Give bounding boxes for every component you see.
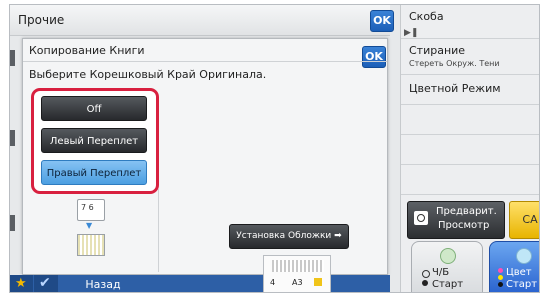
bw-label-line1: Ч/Б <box>432 267 450 278</box>
arrow-down-icon: ▼ <box>86 221 93 230</box>
tray-stack-icon <box>272 260 324 272</box>
book-copy-dialog: Копирование Книги OK Выберите Корешковый… <box>22 38 388 275</box>
preview-label-line2: Просмотр <box>438 220 490 231</box>
tray-status-icon <box>314 278 322 286</box>
preview-icon <box>414 211 428 225</box>
bw-indicator-icon <box>422 280 428 286</box>
preview-button[interactable]: Предварит. Просмотр <box>407 201 505 239</box>
device-frame: Прочие OK ▶❚ Скоба Стирание Стереть Окру… <box>0 0 549 298</box>
bw-label-line2: Старт <box>432 279 464 290</box>
color-dot-magenta <box>498 268 503 273</box>
paper-tray-indicator[interactable]: 4 A3 <box>263 255 331 292</box>
title-bar: Прочие <box>10 5 390 36</box>
cover-setting-button[interactable]: Установка Обложки ➡ <box>229 224 349 249</box>
check-icon: ✔ <box>39 275 51 291</box>
divider <box>23 61 387 62</box>
menu-item-color-mode[interactable]: Цветной Режим <box>401 75 539 105</box>
binding-right-button[interactable]: Правый Переплет <box>41 160 147 185</box>
color-dot-yellow <box>498 275 503 280</box>
magnifier-shape <box>417 214 425 222</box>
book-pages-numbers: 7 6 <box>81 203 94 212</box>
menu-item-label: Скоба <box>409 10 444 23</box>
clear-all-button[interactable]: CA <box>509 201 539 239</box>
header-ok-button[interactable]: OK <box>370 10 394 32</box>
arrow-right-icon: ➡ <box>331 231 342 241</box>
preview-label-line1: Предварит. <box>436 206 497 217</box>
menu-item-staple[interactable]: Скоба <box>401 5 539 39</box>
menu-item-label: Цветной Режим <box>409 82 501 95</box>
cover-setting-label: Установка Обложки <box>236 231 332 241</box>
tray-count: 4 <box>270 278 276 287</box>
color-label-line1: Цвет <box>506 267 532 278</box>
touch-panel: Прочие OK ▶❚ Скоба Стирание Стереть Окру… <box>9 4 540 293</box>
binding-left-button[interactable]: Левый Переплет <box>41 128 147 153</box>
binding-options-group: Off Левый Переплет Правый Переплет <box>31 88 159 194</box>
dialog-title: Копирование Книги <box>29 44 145 57</box>
color-label-line2: Старт <box>506 279 538 290</box>
star-icon: ★ <box>15 276 27 291</box>
favorites-button[interactable]: ★ <box>10 275 33 292</box>
check-button[interactable]: ✔ <box>34 275 58 292</box>
left-edge-marker <box>10 215 15 231</box>
left-edge-marker <box>10 130 15 146</box>
menu-item-sublabel: Стереть Окруж. Тени <box>409 59 500 68</box>
start-diamond-icon <box>440 248 456 264</box>
menu-item-empty <box>401 165 539 195</box>
menu-item-empty <box>401 105 539 135</box>
dialog-ok-button[interactable]: OK <box>362 46 386 68</box>
left-edge-marker <box>10 50 15 66</box>
menu-item-erase[interactable]: Стирание Стереть Окруж. Тени <box>401 39 539 75</box>
page-title: Прочие <box>18 13 65 27</box>
tray-size: A3 <box>292 278 303 287</box>
divider <box>158 189 159 272</box>
color-start-button[interactable]: Цвет Старт <box>489 241 539 292</box>
binding-off-button[interactable]: Off <box>41 96 147 121</box>
menu-item-empty <box>401 135 539 165</box>
book-spine-icon <box>77 234 105 256</box>
start-diamond-icon <box>516 248 532 264</box>
bw-start-button[interactable]: Ч/Б Старт <box>411 241 483 292</box>
bw-indicator-icon <box>422 270 430 278</box>
menu-item-label: Стирание <box>409 44 466 57</box>
color-dot-black <box>498 282 503 287</box>
back-button[interactable]: Назад <box>60 275 146 292</box>
book-pages-icon: 7 6 <box>77 199 105 221</box>
dialog-instruction: Выберите Корешковый Край Оригинала. <box>29 68 267 81</box>
